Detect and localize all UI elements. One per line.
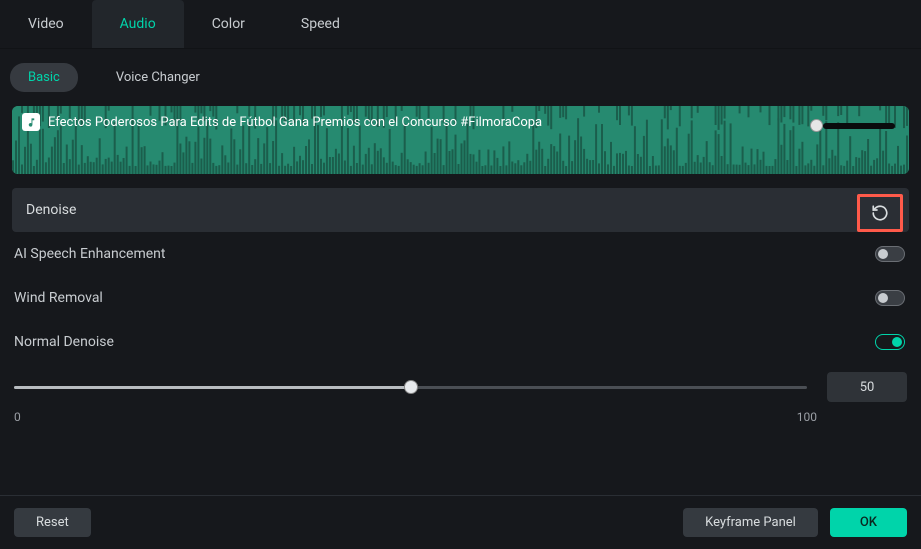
- ai-speech-toggle[interactable]: [875, 246, 905, 262]
- subtab-voice-changer[interactable]: Voice Changer: [98, 63, 218, 92]
- tab-speed[interactable]: Speed: [273, 0, 368, 48]
- footer-bar: Reset Keyframe Panel OK: [0, 495, 921, 549]
- wind-removal-row: Wind Removal: [12, 276, 909, 320]
- denoise-section-header: Denoise: [12, 188, 909, 232]
- clip-title: Efectos Poderosos Para Edits de Fútbol G…: [48, 115, 542, 130]
- subtab-basic[interactable]: Basic: [10, 63, 78, 92]
- reset-button[interactable]: Reset: [14, 508, 91, 537]
- wind-removal-label: Wind Removal: [14, 290, 103, 306]
- normal-denoise-slider-row: 50: [12, 364, 909, 404]
- slider-track-icon: [823, 123, 895, 129]
- tab-video[interactable]: Video: [0, 0, 92, 48]
- normal-denoise-row: Normal Denoise: [12, 320, 909, 364]
- denoise-header-label: Denoise: [26, 202, 76, 218]
- normal-denoise-toggle[interactable]: [875, 334, 905, 350]
- slider-range-labels: 0 100: [12, 404, 909, 430]
- tab-color[interactable]: Color: [184, 0, 273, 48]
- reset-denoise-highlight: [857, 194, 903, 232]
- ok-button[interactable]: OK: [830, 508, 907, 537]
- main-tabs: Video Audio Color Speed: [0, 0, 921, 49]
- keyframe-panel-button[interactable]: Keyframe Panel: [683, 508, 818, 537]
- slider-thumb-icon[interactable]: [810, 119, 823, 132]
- tab-audio[interactable]: Audio: [92, 0, 184, 48]
- audio-clip-preview[interactable]: Efectos Poderosos Para Edits de Fútbol G…: [12, 106, 909, 174]
- ai-speech-enhancement-row: AI Speech Enhancement: [12, 232, 909, 276]
- clip-volume-slider[interactable]: [810, 119, 895, 132]
- sub-tabs: Basic Voice Changer: [0, 49, 921, 106]
- slider-min-label: 0: [14, 410, 21, 424]
- normal-denoise-value[interactable]: 50: [827, 372, 907, 402]
- normal-denoise-label: Normal Denoise: [14, 334, 114, 350]
- slider-max-label: 100: [797, 410, 817, 424]
- wind-removal-toggle[interactable]: [875, 290, 905, 306]
- slider-thumb-icon[interactable]: [404, 380, 418, 394]
- reset-icon[interactable]: [871, 204, 889, 222]
- ai-speech-label: AI Speech Enhancement: [14, 246, 165, 262]
- normal-denoise-slider[interactable]: [14, 380, 807, 394]
- music-note-icon: [22, 113, 40, 131]
